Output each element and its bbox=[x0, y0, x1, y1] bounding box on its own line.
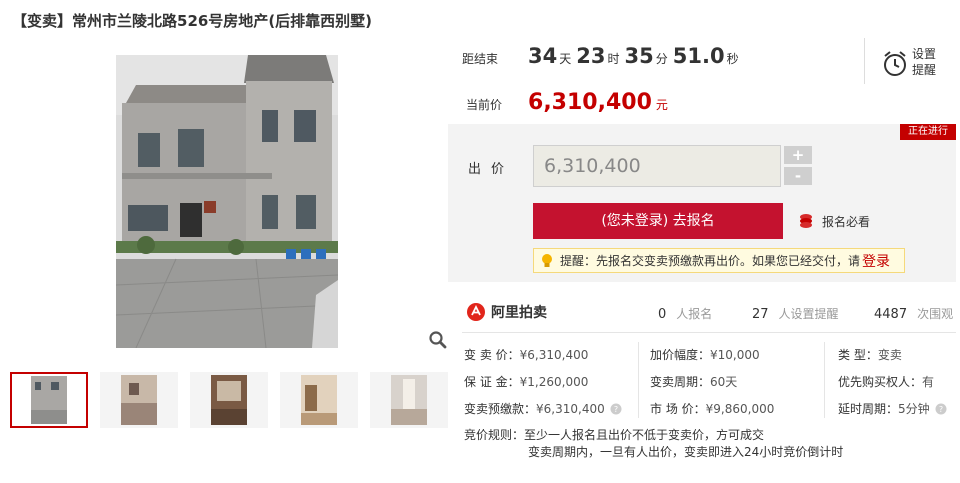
info-value: 变卖 bbox=[877, 348, 902, 362]
thumbnail-image bbox=[391, 375, 427, 425]
thumbnail-3[interactable] bbox=[190, 372, 268, 428]
info-label: 变 卖 价： bbox=[464, 348, 520, 362]
must-read-link[interactable]: 报名必看 bbox=[798, 212, 870, 230]
info-market-price: 市 场 价：¥9,860,000 bbox=[650, 400, 774, 417]
thumbnail-image bbox=[211, 375, 247, 425]
main-photo[interactable] bbox=[116, 55, 338, 348]
bid-input[interactable] bbox=[533, 145, 781, 187]
view-count-value: 4487 bbox=[874, 307, 908, 322]
decrease-bid-button[interactable]: - bbox=[784, 167, 812, 185]
remind-line2: 提醒 bbox=[912, 63, 937, 77]
help-icon[interactable]: ? bbox=[610, 403, 622, 415]
divider bbox=[462, 332, 956, 333]
minutes-unit: 分 bbox=[655, 52, 668, 66]
info-label: 保 证 金： bbox=[464, 375, 520, 389]
current-price-value: 6,310,400 bbox=[528, 90, 652, 115]
thumbnail-image bbox=[121, 375, 157, 425]
svg-text:?: ? bbox=[939, 405, 943, 414]
info-value: ¥6,310,400 bbox=[536, 401, 605, 416]
info-value: 60天 bbox=[710, 375, 738, 389]
reminder-count-value: 27 bbox=[752, 307, 769, 322]
must-read-label: 报名必看 bbox=[822, 214, 871, 229]
set-reminder-button[interactable]: 设置 提醒 bbox=[912, 46, 952, 78]
info-priority-buyer: 优先购买权人：有 bbox=[838, 373, 934, 390]
lightbulb-icon bbox=[542, 253, 552, 267]
signup-count: 0 人报名 bbox=[658, 305, 712, 322]
info-label: 延时周期： bbox=[838, 402, 899, 416]
rules-line1: 至少一人报名且出价不低于变卖价，方可成交 bbox=[524, 428, 765, 442]
platform-logo[interactable]: 阿里拍卖 bbox=[466, 302, 547, 322]
info-deposit: 保 证 金：¥1,260,000 bbox=[464, 373, 588, 390]
rules-label: 竞价规则： bbox=[464, 428, 525, 442]
countdown-seconds: 51.0 bbox=[672, 44, 725, 68]
signup-count-value: 0 bbox=[658, 307, 667, 322]
rules-line2: 变卖周期内，一旦有人出价，变卖即进入24小时竞价倒计时 bbox=[528, 445, 844, 459]
currency-unit: 元 bbox=[655, 98, 668, 112]
status-badge: 正在进行 bbox=[900, 124, 956, 140]
signup-button[interactable]: (您未登录) 去报名 bbox=[533, 203, 783, 239]
countdown-minutes: 35 bbox=[624, 44, 654, 68]
info-label: 类 型： bbox=[838, 348, 878, 362]
svg-text:?: ? bbox=[614, 405, 618, 414]
thumbnail-5[interactable] bbox=[370, 372, 448, 428]
info-label: 加价幅度： bbox=[650, 348, 711, 362]
reminder-count-label: 人设置提醒 bbox=[778, 307, 839, 321]
info-value: ¥10,000 bbox=[710, 348, 760, 362]
info-type: 类 型：变卖 bbox=[838, 346, 902, 363]
bidding-rules: 竞价规则：至少一人报名且出价不低于变卖价，方可成交 变卖周期内，一旦有人出价，变… bbox=[464, 427, 843, 461]
login-link[interactable]: 登录 bbox=[862, 251, 890, 271]
view-count-label: 次围观 bbox=[917, 307, 954, 321]
info-label: 变卖预缴款： bbox=[464, 402, 537, 416]
info-value: 5分钟 bbox=[898, 402, 930, 416]
info-value: ¥1,260,000 bbox=[519, 375, 589, 389]
reminder-text: 提醒：先报名交变卖预缴款再出价。如果您已经交付，请 bbox=[560, 254, 861, 268]
coins-icon bbox=[800, 214, 812, 228]
info-period: 变卖周期：60天 bbox=[650, 373, 737, 390]
current-price: 当前价 6,310,400 元 bbox=[466, 90, 668, 115]
info-increment: 加价幅度：¥10,000 bbox=[650, 346, 760, 363]
info-value: ¥6,310,400 bbox=[519, 348, 589, 362]
info-prepayment: 变卖预缴款： ¥6,310,400 ? bbox=[464, 400, 622, 417]
divider bbox=[638, 342, 639, 418]
info-value: ¥9,860,000 bbox=[705, 402, 775, 416]
info-reserve-price: 变 卖 价：¥6,310,400 bbox=[464, 346, 588, 363]
bid-label: 出价 bbox=[468, 162, 515, 177]
thumbnail-strip bbox=[10, 372, 450, 428]
divider bbox=[864, 38, 865, 84]
divider bbox=[824, 342, 825, 418]
help-icon[interactable]: ? bbox=[935, 403, 947, 415]
info-extension: 延时周期： 5分钟 ? bbox=[838, 400, 947, 417]
reminder-notice: 提醒：先报名交变卖预缴款再出价。如果您已经交付，请 登录 bbox=[533, 248, 905, 273]
remind-line1: 设置 bbox=[912, 47, 937, 61]
platform-name: 阿里拍卖 bbox=[491, 305, 547, 321]
thumbnail-1[interactable] bbox=[10, 372, 88, 428]
signup-count-label: 人报名 bbox=[676, 307, 713, 321]
item-title: 【变卖】常州市兰陵北路526号房地产(后排靠西别墅) bbox=[12, 12, 373, 30]
current-price-label: 当前价 bbox=[466, 98, 503, 112]
info-label: 优先购买权人： bbox=[838, 375, 923, 389]
seconds-unit: 秒 bbox=[726, 52, 739, 66]
reminder-count: 27 人设置提醒 bbox=[752, 305, 839, 322]
countdown-days: 34 bbox=[528, 44, 558, 68]
view-count: 4487 次围观 bbox=[874, 305, 953, 322]
thumbnail-image bbox=[301, 375, 337, 425]
info-label: 市 场 价： bbox=[650, 402, 706, 416]
countdown-hours: 23 bbox=[576, 44, 606, 68]
countdown: 距结束 34 天 23 时 35 分 51.0 秒 bbox=[462, 44, 862, 84]
thumbnail-image bbox=[13, 376, 85, 424]
alarm-clock-icon[interactable] bbox=[882, 50, 908, 78]
days-unit: 天 bbox=[559, 52, 572, 66]
thumbnail-4[interactable] bbox=[280, 372, 358, 428]
hours-unit: 时 bbox=[607, 52, 620, 66]
zoom-icon[interactable] bbox=[428, 330, 448, 350]
increase-bid-button[interactable]: + bbox=[784, 146, 812, 164]
alibaba-auction-icon bbox=[467, 303, 485, 321]
thumbnail-2[interactable] bbox=[100, 372, 178, 428]
countdown-label: 距结束 bbox=[462, 52, 499, 66]
info-value: 有 bbox=[922, 375, 935, 389]
info-label: 变卖周期： bbox=[650, 375, 711, 389]
